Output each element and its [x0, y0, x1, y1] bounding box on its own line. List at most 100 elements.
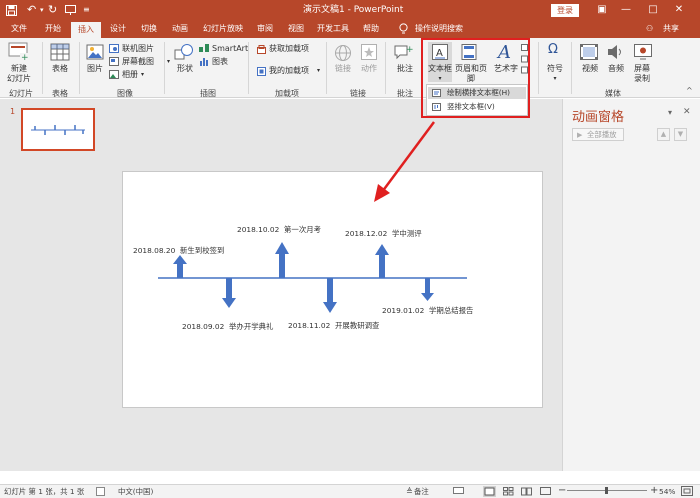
tab-help[interactable]: 帮助	[357, 20, 385, 38]
zoom-out-button[interactable]: −	[558, 484, 566, 497]
pane-options-icon[interactable]: ▾	[668, 108, 672, 117]
restore-button[interactable]: □	[645, 3, 661, 17]
group-comments-label: 批注	[397, 89, 413, 98]
reading-view-icon[interactable]	[521, 487, 532, 498]
chevron-down-icon: ▾	[553, 75, 557, 82]
shapes-label: 形状	[177, 64, 193, 73]
move-down-button[interactable]: ▼	[674, 128, 687, 141]
move-up-button[interactable]: ▲	[657, 128, 670, 141]
tab-file[interactable]: 文件	[4, 20, 34, 38]
slide-thumbnail[interactable]	[21, 108, 95, 151]
redo-icon[interactable]: ↻	[48, 0, 57, 20]
event-label: 2018.09.02 举办开学典礼	[182, 322, 274, 331]
picture-icon	[86, 44, 104, 60]
tell-me-search[interactable]: 操作说明搜索	[412, 20, 466, 38]
group-tables-label: 表格	[52, 89, 68, 98]
separator	[326, 42, 327, 94]
chart-icon	[199, 57, 209, 69]
new-slide-icon: +	[8, 42, 29, 62]
comment-label: 批注	[397, 64, 413, 73]
share-button[interactable]: 共享	[656, 20, 686, 38]
action-label: 动作	[361, 64, 377, 73]
shapes-button[interactable]	[174, 43, 194, 61]
photo-album-icon	[109, 70, 119, 82]
login-button[interactable]: 登录	[551, 4, 579, 17]
tab-home[interactable]: 开始	[38, 20, 68, 38]
thumbnail-preview	[31, 125, 85, 135]
fit-to-window-icon[interactable]	[681, 486, 693, 498]
group-slides-label: 幻灯片	[9, 89, 33, 98]
link-label: 链接	[335, 64, 351, 73]
audio-label: 音频	[608, 64, 624, 73]
group-images-label: 图像	[117, 89, 133, 98]
language-status[interactable]: 中文(中国)	[118, 485, 153, 498]
undo-dropdown-icon[interactable]: ▾	[40, 0, 44, 20]
table-button[interactable]	[50, 43, 70, 61]
tab-review[interactable]: 审阅	[251, 20, 279, 38]
share-icon[interactable]: ⚇	[646, 24, 653, 33]
accessibility-icon[interactable]	[96, 487, 105, 498]
symbol-icon[interactable]: Ω	[548, 42, 558, 57]
slideshow-view-icon[interactable]	[540, 487, 551, 498]
annotation-arrow	[374, 121, 436, 202]
separator	[248, 42, 249, 94]
smartart-label: SmartArt	[212, 44, 249, 53]
tab-design[interactable]: 设计	[104, 20, 132, 38]
tab-view[interactable]: 视图	[282, 20, 310, 38]
my-addins-label: 我的加载项	[269, 66, 309, 75]
slide-number: 1	[10, 107, 16, 116]
notes-button[interactable]: 备注	[414, 485, 429, 498]
minimize-button[interactable]: —	[618, 3, 634, 17]
separator	[385, 42, 386, 94]
images-button[interactable]	[86, 44, 104, 60]
play-all-label: 全部播放	[587, 130, 617, 139]
window-title: 演示文稿1 - PowerPoint	[303, 5, 404, 15]
slide[interactable]: 2018.08.20 新生到校签到 2018.09.02 举办开学典礼 2018…	[122, 171, 543, 408]
tab-slideshow[interactable]: 幻灯片放映	[198, 20, 248, 38]
screenshot-label: 屏幕截图	[122, 57, 154, 66]
ribbon-display-icon[interactable]: ▣	[594, 3, 610, 17]
timeline-arrow-down	[323, 278, 337, 313]
undo-icon[interactable]: ↶	[27, 0, 36, 20]
present-from-start-icon[interactable]	[65, 5, 76, 18]
video-button[interactable]	[580, 44, 598, 60]
action-button[interactable]	[361, 44, 377, 60]
comments-status-icon[interactable]	[453, 487, 464, 498]
play-all-button[interactable]: ▶ 全部播放	[572, 128, 624, 141]
customize-toolbar-icon[interactable]: ≡	[83, 0, 90, 20]
smartart-icon	[199, 44, 209, 56]
event-label: 2019.01.02 学期总结报告	[382, 306, 474, 315]
slide-sorter-icon[interactable]	[503, 487, 514, 498]
link-icon	[335, 45, 351, 61]
screen-recording-button[interactable]	[634, 44, 652, 60]
normal-view-icon[interactable]	[483, 486, 496, 497]
zoom-slider-thumb[interactable]	[605, 487, 608, 494]
timeline-arrow-up	[375, 244, 389, 278]
link-button[interactable]	[334, 44, 352, 62]
event-label: 2018.10.02 第一次月考	[237, 225, 321, 234]
tab-insert[interactable]: 插入	[71, 22, 101, 38]
timeline-graphic	[158, 242, 467, 313]
chevron-down-icon: ▾	[317, 67, 321, 74]
event-label: 2018.11.02 开展教研调查	[288, 321, 380, 330]
chevron-down-icon: ▾	[167, 58, 171, 65]
tab-animations[interactable]: 动画	[166, 20, 194, 38]
collapse-ribbon-icon[interactable]: ^	[686, 86, 693, 95]
audio-button[interactable]	[607, 44, 625, 60]
online-pictures-label: 联机图片	[122, 44, 154, 53]
close-button[interactable]: ✕	[671, 3, 687, 17]
speaker-icon	[608, 45, 621, 59]
zoom-in-button[interactable]: +	[650, 484, 658, 497]
photo-album-label: 相册	[122, 70, 138, 79]
comment-button[interactable]: +	[394, 43, 414, 61]
event-label: 2018.12.02 学中测评	[345, 229, 422, 238]
tab-transitions[interactable]: 切换	[135, 20, 163, 38]
close-pane-button[interactable]: ✕	[683, 107, 691, 117]
screen-recording-label: 屏幕 录制	[634, 64, 650, 83]
separator	[538, 42, 539, 94]
new-slide-button[interactable]: +	[8, 42, 30, 62]
notes-icon: ≜	[406, 487, 413, 496]
zoom-level[interactable]: 54%	[659, 485, 675, 498]
title-bar: ↶ ▾ ↻ ≡ 演示文稿1 - PowerPoint 登录 ▣ — □ ✕	[0, 0, 700, 20]
tab-developer[interactable]: 开发工具	[313, 20, 353, 38]
